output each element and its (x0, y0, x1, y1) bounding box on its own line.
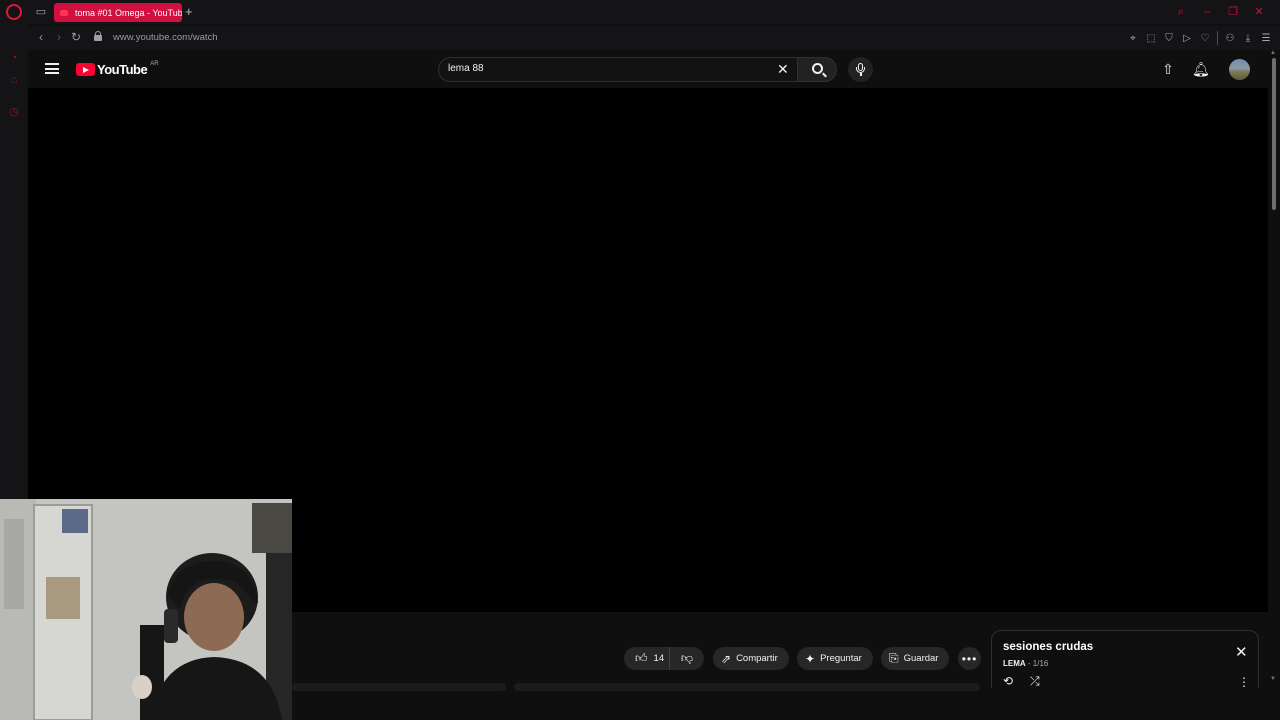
sparkle-icon: ✦ (805, 651, 816, 666)
scroll-up-icon[interactable]: ▲ (1270, 50, 1276, 56)
save-button[interactable]: ⎘ Guardar (881, 647, 950, 670)
easy-setup-icon[interactable]: ☰ (1260, 33, 1272, 44)
youtube-play-icon (76, 63, 95, 76)
search-icon (812, 63, 823, 74)
browser-tab-bar: ▭ toma #01 Omega - YouTube + ⌕ – ❐ ✕ (0, 0, 1280, 24)
close-playlist-icon[interactable]: ✕ (1235, 645, 1248, 660)
ask-button[interactable]: ✦ Preguntar (797, 647, 873, 670)
ask-label: Preguntar (820, 653, 862, 664)
playlist-title[interactable]: sesiones crudas (1003, 641, 1093, 653)
player-icon[interactable]: ▷ (1181, 33, 1193, 44)
tab-switcher-icon[interactable]: ▭ (34, 6, 48, 18)
forward-icon[interactable]: › (52, 30, 66, 44)
new-tab-button[interactable]: + (185, 4, 197, 20)
clear-search-icon[interactable]: ✕ (777, 62, 789, 77)
address-bar: ‹ › ↻ www.youtube.com/watch ⌖ ⬚ ⛉ ▷ ♡ ⚇ … (28, 26, 1280, 50)
more-actions-button[interactable]: ••• (958, 647, 981, 670)
workspaces-icon[interactable]: ⌂ (8, 74, 20, 86)
shuffle-icon[interactable]: ⤮ (1030, 674, 1040, 689)
playlist-position: - 1/16 (1025, 659, 1049, 668)
like-count: 14 (653, 653, 665, 664)
loop-icon[interactable]: ⟲ (1003, 674, 1013, 688)
thumbs-up-icon: 👍︎ (635, 651, 648, 665)
search-tabs-icon[interactable]: ⌕ (1174, 5, 1188, 19)
avatar[interactable] (1229, 59, 1250, 80)
description-box[interactable] (292, 683, 506, 691)
minimize-icon[interactable]: – (1200, 5, 1214, 19)
dislike-button[interactable]: 👎︎ (670, 651, 704, 666)
heart-icon[interactable]: ♡ (1199, 33, 1211, 44)
aria-icon[interactable]: ◔ (8, 52, 20, 64)
account-icon[interactable]: ⚇ (1224, 33, 1236, 44)
page-scrollbar[interactable]: ▲ ▼ (1268, 50, 1280, 720)
download-icon[interactable]: ⤓ (1242, 33, 1254, 44)
restore-icon[interactable]: ❐ (1226, 5, 1240, 19)
search-input[interactable] (448, 63, 748, 74)
shield-icon[interactable]: ⛉ (1163, 33, 1175, 44)
scroll-down-icon[interactable]: ▼ (1270, 676, 1276, 682)
notifications-bell-icon[interactable]: 🔔︎ (1192, 60, 1210, 78)
window-controls: ⌕ – ❐ ✕ (1174, 5, 1266, 19)
back-icon[interactable]: ‹ (34, 30, 48, 44)
like-button[interactable]: 👍︎ 14 (624, 647, 670, 670)
browser-toolbar: ⌖ ⬚ ⛉ ▷ ♡ ⚇ ⤓ ☰ (1127, 31, 1272, 45)
close-window-icon[interactable]: ✕ (1252, 5, 1266, 19)
scrollbar-thumb[interactable] (1272, 58, 1276, 210)
browser-tab-active[interactable]: toma #01 Omega - YouTube (54, 3, 182, 22)
voice-search-button[interactable] (848, 57, 873, 82)
save-label: Guardar (903, 653, 939, 664)
playlist-meta: LEMA - 1/16 (1003, 659, 1048, 668)
webcam-overlay (0, 499, 292, 720)
tab-title: toma #01 Omega - YouTube (75, 7, 182, 18)
share-button[interactable]: ⇗ Compartir (713, 647, 789, 670)
playlist-menu-icon[interactable]: ⋮ (1238, 675, 1250, 689)
search-button[interactable] (797, 57, 837, 82)
bookmark-icon: ⎘ (889, 651, 899, 665)
webcam-image (0, 499, 292, 720)
youtube-logo[interactable]: YouTube AR (76, 60, 159, 77)
url-field[interactable]: www.youtube.com/watch (113, 32, 218, 43)
toolbar-divider (1217, 31, 1218, 45)
opera-menu-icon[interactable] (6, 4, 22, 20)
share-icon: ⇗ (721, 651, 732, 666)
search-box: ✕ (438, 57, 797, 82)
menu-icon[interactable] (45, 63, 59, 74)
pin-icon[interactable]: ⌖ (1127, 33, 1139, 44)
region-code: AR (150, 60, 159, 67)
lock-icon (94, 31, 102, 41)
like-dislike-group: 👍︎ 14 👎︎ (624, 647, 704, 670)
reload-icon[interactable]: ↻ (69, 30, 83, 44)
youtube-favicon-icon (60, 9, 68, 16)
thumbs-down-icon: 👎︎ (680, 651, 694, 665)
youtube-header: YouTube AR ✕ ⇧ 🔔︎ (28, 50, 1268, 88)
comments-box[interactable] (514, 683, 980, 691)
share-label: Compartir (736, 653, 778, 664)
youtube-logo-text: YouTube (97, 62, 148, 77)
playlist-panel: sesiones crudas LEMA - 1/16 ✕ ⟲ ⤮ ⋮ (991, 630, 1259, 689)
more-icon: ••• (961, 651, 978, 666)
history-icon[interactable]: ◷ (8, 106, 20, 118)
upload-icon[interactable]: ⇧ (1160, 60, 1176, 78)
snapshot-icon[interactable]: ⬚ (1145, 33, 1157, 44)
playlist-channel[interactable]: LEMA (1003, 659, 1026, 668)
